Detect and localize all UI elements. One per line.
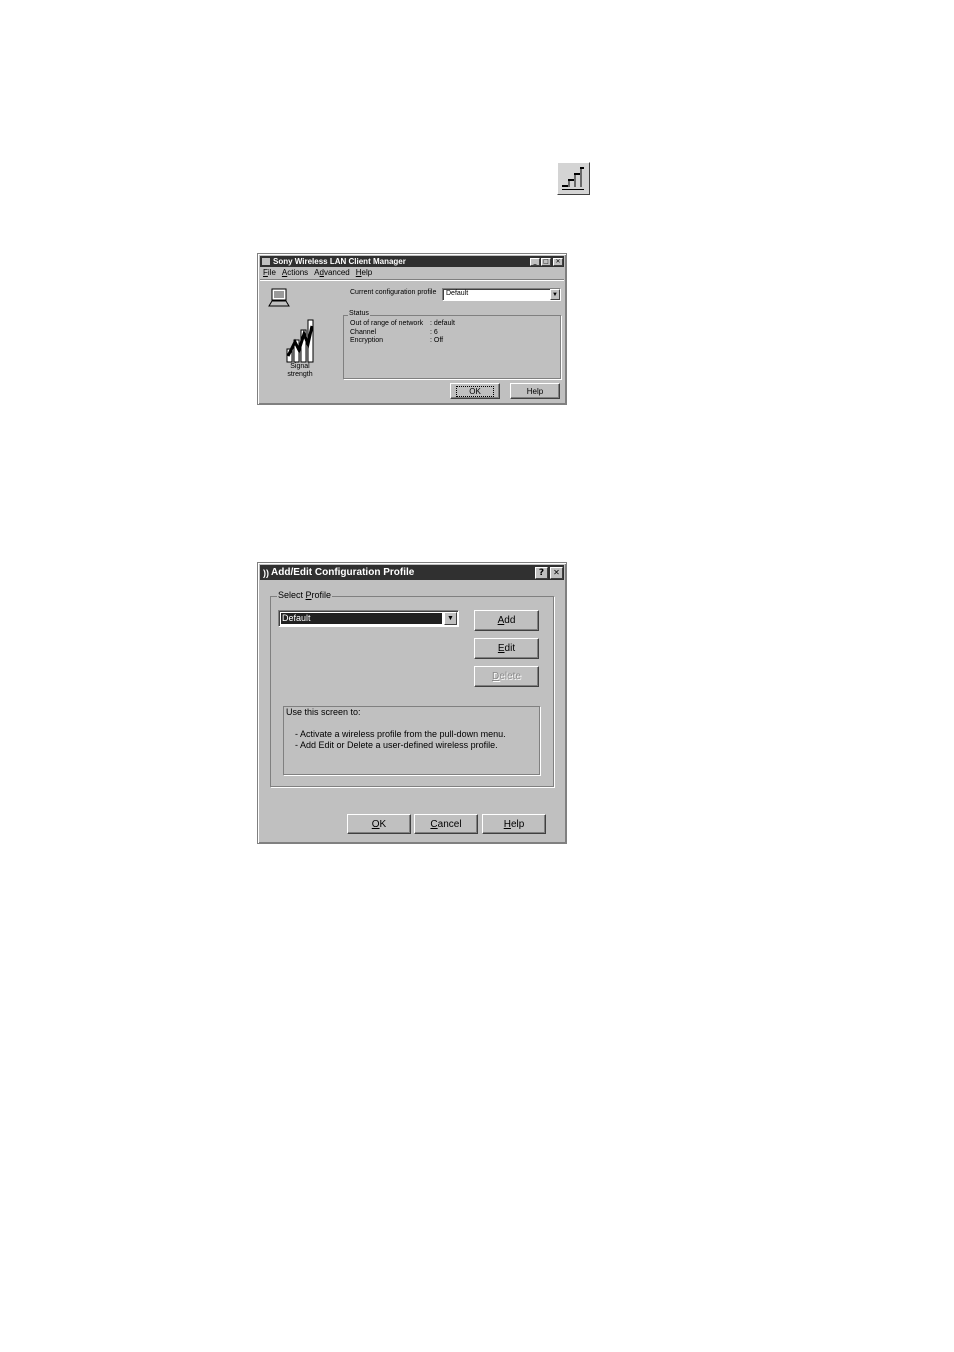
- status-rows: Out of range of network : default Channe…: [350, 320, 455, 346]
- cancel-button[interactable]: Cancel: [414, 814, 478, 834]
- config-profile-label: Current configuration profile: [350, 289, 437, 296]
- info-line: - Add Edit or Delete a user-defined wire…: [295, 740, 498, 750]
- signal-bars-icon: [562, 167, 584, 190]
- profile-dropdown-value: Default: [280, 612, 443, 625]
- ok-button[interactable]: OK: [347, 814, 411, 834]
- menu-advanced[interactable]: Advanced: [314, 268, 350, 277]
- signal-strength-icon: [285, 316, 315, 369]
- title-bar: Sony Wireless LAN Client Manager _ □ ✕: [260, 256, 564, 267]
- help-button-label: Help: [503, 818, 525, 830]
- help-button[interactable]: Help: [482, 814, 546, 834]
- signal-strength-tray-icon[interactable]: [557, 162, 590, 195]
- ok-button-label: OK: [371, 818, 387, 830]
- status-row: Out of range of network : default: [350, 320, 455, 327]
- close-button[interactable]: ✕: [553, 257, 563, 266]
- laptop-icon: [268, 288, 290, 313]
- title-bar: )) Add/Edit Configuration Profile ? ✕: [260, 565, 564, 580]
- add-button[interactable]: Add: [474, 610, 539, 631]
- profile-dialog: )) Add/Edit Configuration Profile ? ✕ Se…: [257, 562, 567, 844]
- status-legend: Status: [348, 310, 370, 317]
- menu-file[interactable]: File: [263, 268, 276, 277]
- minimize-button[interactable]: _: [530, 257, 540, 266]
- chevron-down-icon[interactable]: ▼: [550, 289, 560, 300]
- menu-separator: [260, 279, 564, 280]
- info-box: Use this screen to: - Activate a wireles…: [283, 706, 540, 775]
- edit-button[interactable]: Edit: [474, 638, 539, 659]
- help-question-button[interactable]: ?: [535, 566, 548, 579]
- help-button[interactable]: Help: [510, 383, 560, 399]
- close-button[interactable]: ✕: [550, 566, 563, 579]
- info-line: - Activate a wireless profile from the p…: [295, 729, 506, 739]
- wireless-icon: )): [263, 567, 269, 578]
- delete-button[interactable]: Delete: [474, 666, 539, 687]
- ok-button[interactable]: OK: [450, 383, 500, 399]
- profile-dropdown[interactable]: Default ▼: [278, 610, 459, 627]
- delete-button-label: Delete: [492, 671, 521, 682]
- window-title: Sony Wireless LAN Client Manager: [273, 257, 406, 266]
- menu-bar: File Actions Advanced Help: [263, 268, 372, 277]
- dialog-title: Add/Edit Configuration Profile: [271, 567, 415, 578]
- ok-focus-rect: OK: [456, 385, 494, 397]
- client-manager-window: Sony Wireless LAN Client Manager _ □ ✕ F…: [257, 253, 567, 405]
- add-button-label: Add: [497, 615, 516, 626]
- status-row: Encryption : Off: [350, 337, 444, 344]
- maximize-button[interactable]: □: [541, 257, 551, 266]
- menu-help[interactable]: Help: [356, 268, 372, 277]
- edit-button-label: Edit: [497, 643, 516, 654]
- menu-actions[interactable]: Actions: [282, 268, 308, 277]
- chevron-down-icon[interactable]: ▼: [444, 612, 457, 625]
- status-row: Channel : 6: [350, 328, 438, 336]
- config-profile-dropdown[interactable]: Default ▼: [442, 288, 561, 301]
- cancel-button-label: Cancel: [430, 818, 462, 830]
- select-profile-legend: Select Profile: [277, 590, 333, 600]
- help-button-label: Help: [526, 386, 544, 396]
- app-icon: [262, 258, 270, 265]
- config-profile-value: Default: [446, 290, 469, 297]
- info-heading: Use this screen to:: [286, 707, 361, 717]
- signal-label: Signal strength: [287, 363, 313, 378]
